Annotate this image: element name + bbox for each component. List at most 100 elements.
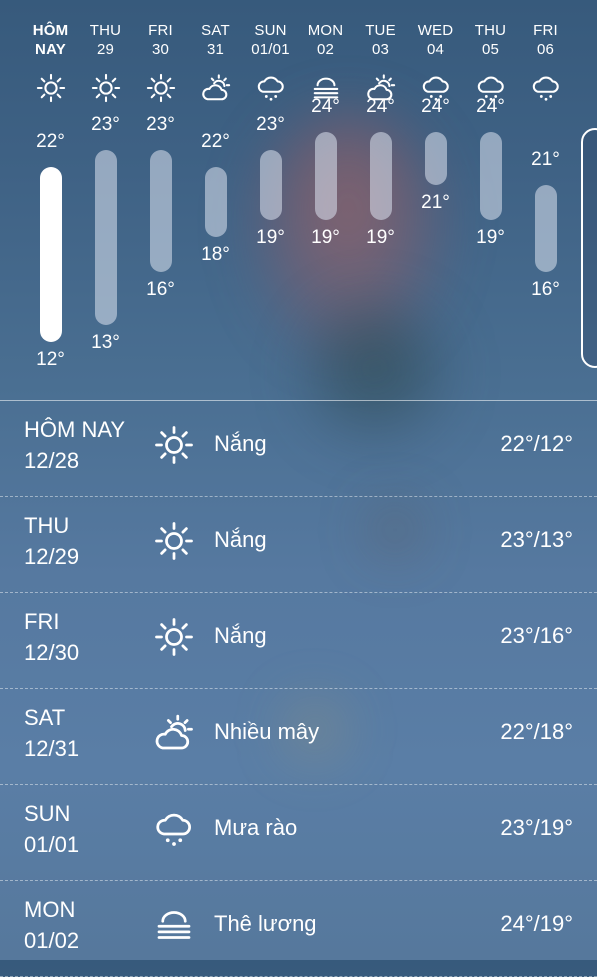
list-item-date: 12/28	[24, 448, 80, 473]
list-item-date: 01/01	[24, 832, 80, 857]
rain-shower-icon	[256, 73, 286, 103]
list-item-day: SAT	[24, 705, 66, 730]
forecast-day-date: 30	[151, 41, 170, 58]
rain-shower-icon	[531, 73, 561, 103]
forecast-day-tue[interactable]: TUE 03 24° 19°	[353, 0, 408, 400]
forecast-low-label: 19°	[256, 226, 285, 248]
forecast-day-date: 29	[96, 41, 115, 58]
list-item-temperature: 23°/13°	[500, 527, 573, 552]
forecast-high-label: 22°	[201, 131, 230, 152]
forecast-day-name: TUE	[365, 22, 396, 39]
forecast-day-date: 31	[206, 41, 225, 58]
list-item[interactable]: HÔM NAY 12/28 Nắng 22°/12°	[0, 401, 597, 497]
list-item-day: FRI	[24, 609, 60, 634]
list-item-temperature: 23°/19°	[500, 815, 573, 840]
forecast-low-label: 12°	[36, 349, 65, 370]
forecast-day-mon[interactable]: MON 02 24° 19°	[298, 0, 353, 400]
forecast-low-label: 19°	[366, 226, 395, 248]
list-item[interactable]: SUN 01/01 Mưa rào 23°/19°	[0, 785, 597, 881]
forecast-low-label: 21°	[421, 191, 450, 213]
forecast-high-label: 22°	[36, 131, 65, 152]
forecast-low-label: 19°	[311, 226, 340, 248]
forecast-day-wed[interactable]: WED 04 24° 21°	[408, 0, 463, 400]
list-item-condition: Nắng	[214, 527, 267, 552]
list-item[interactable]: SAT 12/31 Nhiều mây 22°/18°	[0, 689, 597, 785]
forecast-high-label: 24°	[421, 96, 450, 117]
edge-panel-handle[interactable]	[581, 128, 597, 368]
temperature-range-bar	[370, 132, 392, 220]
list-item-temperature: 23°/16°	[500, 623, 573, 648]
sun-icon	[154, 617, 194, 657]
sun-icon	[154, 521, 194, 561]
forecast-day-date: 01/01	[251, 41, 290, 58]
partly-cloudy-icon	[154, 713, 194, 753]
forecast-day-date: 05	[481, 41, 500, 58]
forecast-day-date: 02	[316, 41, 335, 58]
forecast-low-label: 16°	[146, 279, 175, 300]
forecast-day-name: WED	[417, 22, 454, 39]
sun-icon	[91, 73, 121, 103]
list-item-date: 12/29	[24, 544, 80, 569]
forecast-day-date: 06	[536, 41, 555, 58]
list-item-condition: Nắng	[214, 623, 267, 648]
list-item-day: HÔM NAY	[24, 417, 126, 442]
temperature-range-bar	[480, 132, 502, 220]
list-item-temperature: 22°/12°	[500, 431, 573, 456]
sun-icon	[36, 73, 66, 103]
forecast-day-date: NAY	[35, 41, 66, 58]
forecast-high-label: 23°	[146, 113, 175, 135]
forecast-day-name: HÔM	[32, 22, 69, 39]
forecast-day-fri[interactable]: FRI 30 23° 16°	[133, 0, 188, 400]
forecast-day-name: MON	[307, 22, 344, 39]
temperature-range-bar	[40, 167, 62, 342]
forecast-day-date: 03	[371, 41, 390, 58]
list-item-condition: Nắng	[214, 431, 267, 456]
forecast-day-thu[interactable]: THU 29 23° 13°	[78, 0, 133, 400]
fog-icon	[154, 905, 194, 945]
daily-forecast-list[interactable]: HÔM NAY 12/28 Nắng 22°/12° THU 12/29 Nắn…	[0, 401, 597, 977]
temperature-range-bar	[315, 132, 337, 220]
forecast-day-name: SAT	[201, 22, 230, 39]
list-item-day: MON	[24, 897, 76, 922]
forecast-day-name: SUN	[254, 22, 287, 39]
list-item-condition: Thê lương	[214, 911, 317, 936]
forecast-day-today[interactable]: HÔM NAY 22° 12°	[23, 0, 78, 400]
sun-icon	[146, 73, 176, 103]
rain-shower-icon	[154, 809, 194, 849]
forecast-high-label: 24°	[366, 96, 395, 117]
forecast-day-name: THU	[474, 22, 507, 39]
list-item[interactable]: FRI 12/30 Nắng 23°/16°	[0, 593, 597, 689]
sun-icon	[154, 425, 194, 465]
list-item-condition: Mưa rào	[214, 815, 298, 840]
forecast-high-label: 21°	[531, 148, 560, 170]
list-item[interactable]: MON 01/02 Thê lương 24°/19°	[0, 881, 597, 977]
forecast-day-thu-2[interactable]: THU 05 24° 19°	[463, 0, 518, 400]
forecast-day-sat[interactable]: SAT 31 22° 18°	[188, 0, 243, 400]
temperature-range-bar	[425, 132, 447, 185]
forecast-day-name: THU	[89, 22, 122, 39]
forecast-low-label: 18°	[201, 244, 230, 265]
forecast-low-label: 19°	[476, 226, 505, 248]
list-item-date: 12/31	[24, 736, 80, 761]
forecast-day-name: FRI	[148, 22, 173, 39]
list-item-day: SUN	[24, 801, 71, 826]
forecast-high-label: 23°	[91, 113, 120, 135]
forecast-high-label: 24°	[311, 96, 340, 117]
temperature-range-bar	[95, 149, 117, 325]
forecast-day-fri-2[interactable]: FRI 06 21° 16°	[518, 0, 573, 400]
temperature-range-bar	[205, 167, 227, 237]
temperature-range-bar	[150, 149, 172, 272]
list-item-date: 12/30	[24, 640, 80, 665]
temperature-range-bar	[535, 184, 557, 272]
forecast-day-sun[interactable]: SUN 01/01 23° 19°	[243, 0, 298, 400]
list-item-day: THU	[24, 513, 70, 538]
forecast-day-name: FRI	[533, 22, 558, 39]
forecast-day-date: 04	[426, 41, 445, 58]
list-item-temperature: 24°/19°	[500, 911, 573, 936]
temperature-range-bar	[260, 149, 282, 220]
forecast-low-label: 13°	[91, 331, 120, 353]
partly-cloudy-icon	[201, 73, 231, 103]
list-item[interactable]: THU 12/29 Nắng 23°/13°	[0, 497, 597, 593]
forecast-high-label: 24°	[476, 96, 505, 117]
list-item-date: 01/02	[24, 928, 80, 953]
